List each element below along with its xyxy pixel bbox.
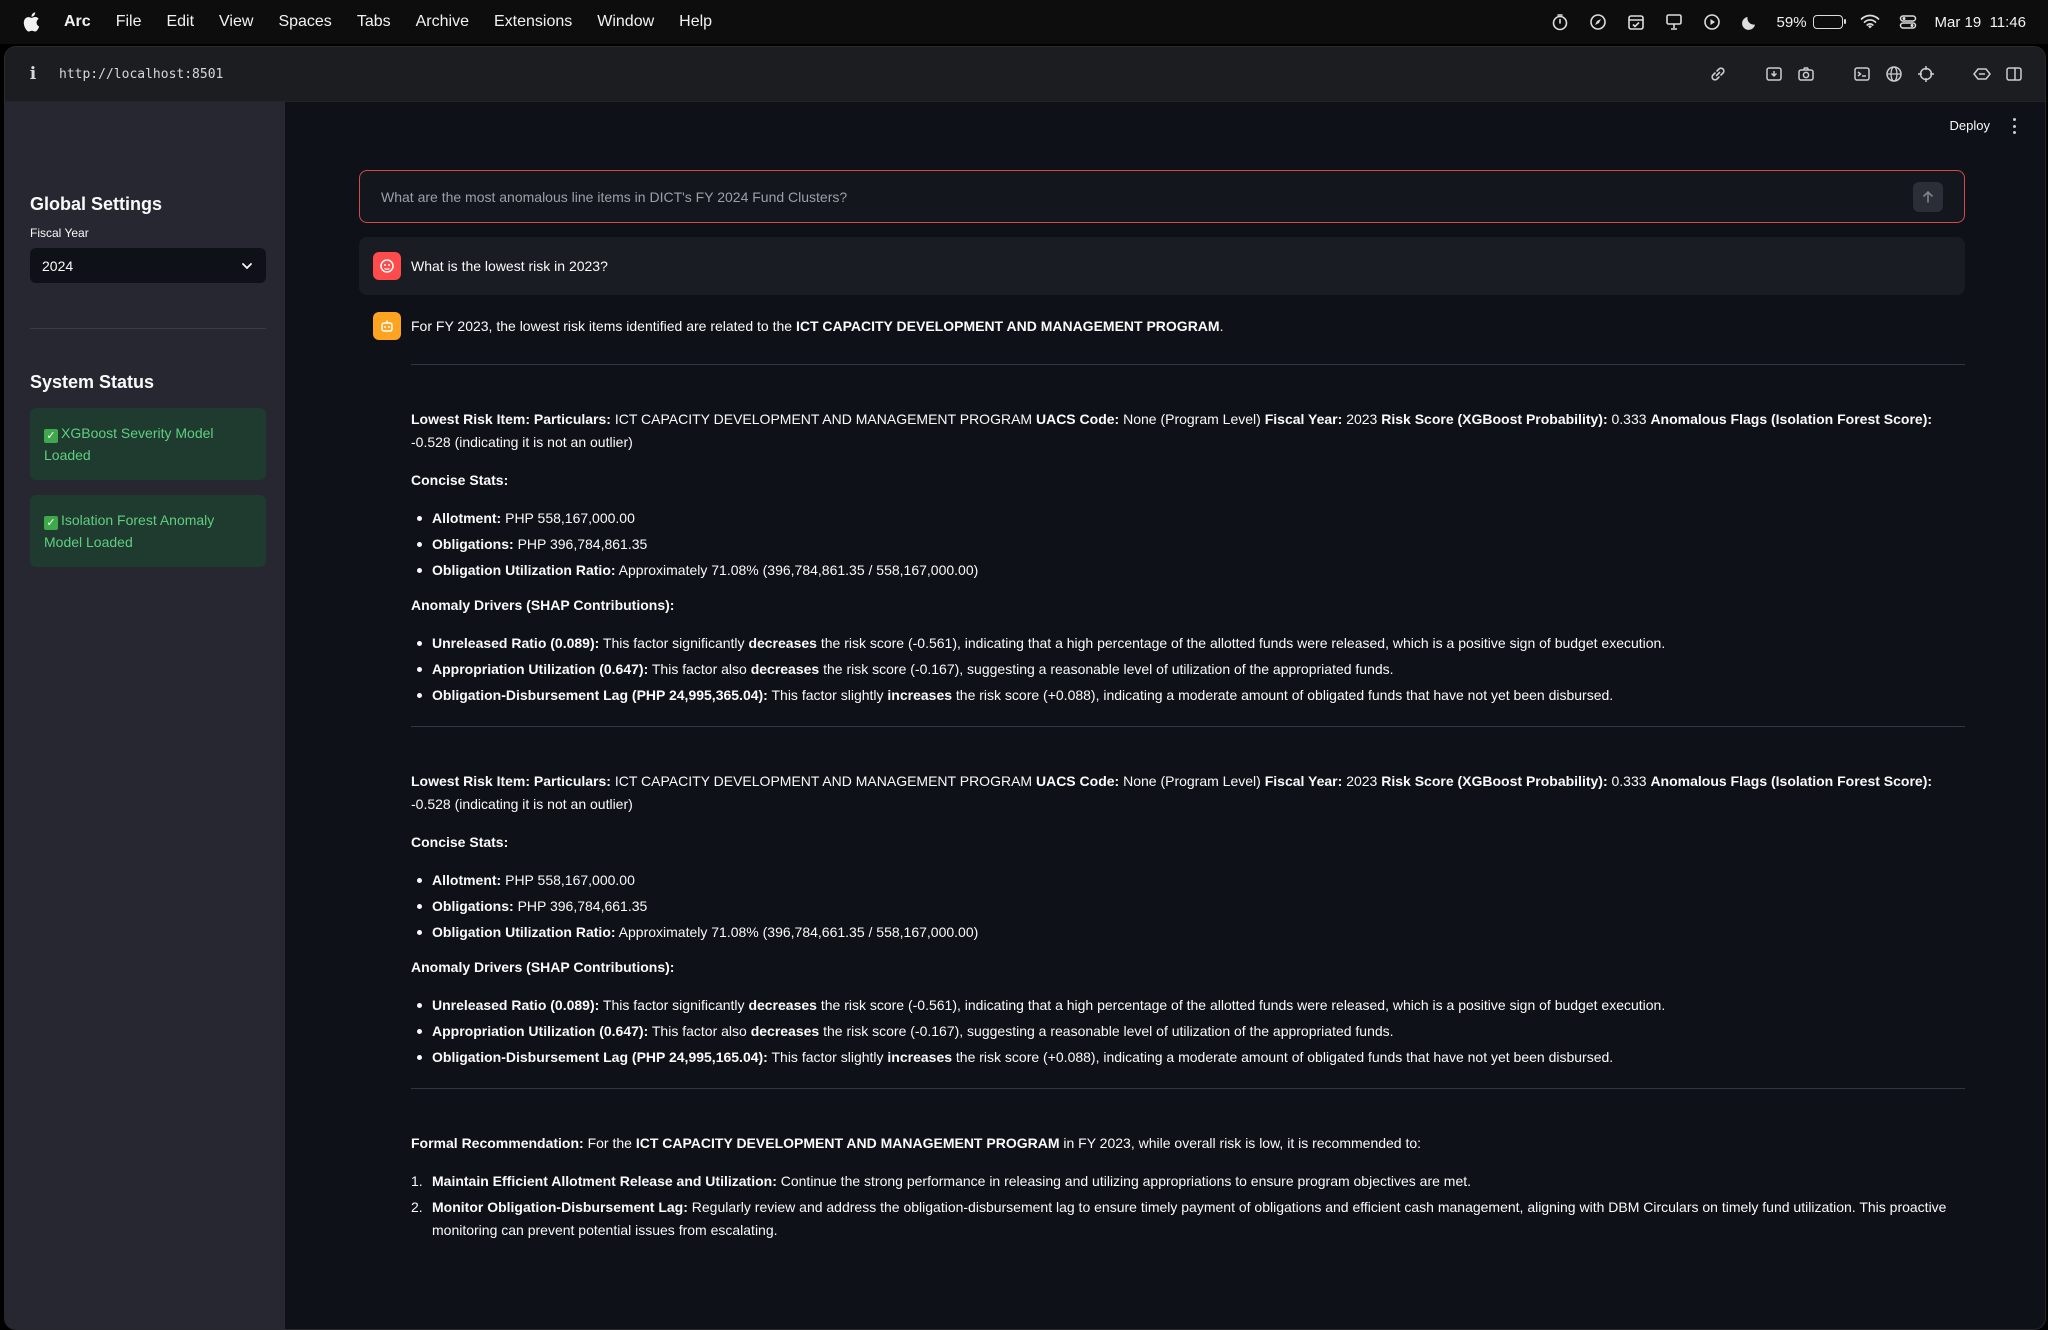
sidebar-divider (30, 328, 266, 329)
list-item: Appropriation Utilization (0.647): This … (411, 1020, 1965, 1043)
crosshair-icon[interactable] (1915, 63, 1937, 85)
check-icon: ✓ (44, 516, 58, 530)
list-item: 2. Monitor Obligation-Disbursement Lag: R… (411, 1199, 1947, 1238)
menu-help[interactable]: Help (679, 13, 712, 31)
control-center-icon[interactable] (1897, 11, 1919, 33)
concise-stats-list: Allotment: PHP 558,167,000.00 Obligation… (411, 507, 1965, 582)
capture-icon[interactable] (1763, 63, 1785, 85)
list-item: Appropriation Utilization (0.647): This … (411, 658, 1965, 681)
menubar-clock[interactable]: Mar 19 11:46 (1935, 14, 2026, 31)
divider (411, 364, 1965, 365)
menu-app-name[interactable]: Arc (64, 13, 91, 31)
concise-stats-list: Allotment: PHP 558,167,000.00 Obligation… (411, 869, 1965, 944)
browser-toolbar (1707, 63, 2025, 85)
menu-archive[interactable]: Archive (416, 13, 469, 31)
chat-input-box[interactable] (359, 170, 1965, 223)
recommendation-section: Formal Recommendation: For the ICT CAPAC… (411, 1132, 1965, 1245)
user-message: What is the lowest risk in 2023? (359, 237, 1965, 295)
app-content: Global Settings Fiscal Year 2024 System … (5, 102, 2045, 1329)
xgboost-status-alert: ✓ XGBoost Severity Model Loaded (30, 408, 266, 480)
list-item: Obligation Utilization Ratio: Approximat… (411, 921, 1965, 944)
concise-stats-heading: Concise Stats: (411, 472, 509, 488)
arrow-up-icon (1923, 190, 1933, 203)
global-settings-title: Global Settings (30, 194, 163, 214)
bot-avatar-icon (373, 312, 401, 340)
main-area: Deploy What is the lowest risk in 2023? (285, 102, 2045, 1329)
list-item: 1. Maintain Efficient Allotment Release a… (411, 1173, 1472, 1189)
list-item: Obligation Utilization Ratio: Approximat… (411, 559, 1965, 582)
deploy-button[interactable]: Deploy (1950, 118, 1990, 133)
fiscal-year-value: 2024 (42, 257, 74, 274)
anomaly-drivers-heading: Anomaly Drivers (SHAP Contributions): (411, 597, 675, 613)
risk-item-block-1: Lowest Risk Item: Particulars: ICT CAPAC… (411, 408, 1965, 710)
more-options-icon[interactable] (2011, 118, 2017, 134)
battery-icon (1812, 15, 1846, 29)
system-status-title: System Status (30, 372, 155, 392)
recommendation-list: 1. Maintain Efficient Allotment Release a… (411, 1170, 1965, 1242)
calendar-check-icon[interactable] (1625, 11, 1647, 33)
anomaly-drivers-list: Unreleased Ratio (0.089): This factor si… (411, 632, 1965, 707)
sidebar: Global Settings Fiscal Year 2024 System … (5, 102, 285, 1329)
browser-window: i http://localhost:8501 Global Settings … (4, 46, 2046, 1330)
menubar-status-area: 59% Mar 19 11:46 (1549, 11, 2026, 33)
check-icon: ✓ (44, 429, 58, 443)
battery-percent: 59% (1776, 13, 1807, 31)
divider (411, 1088, 1965, 1089)
list-item: Allotment: PHP 558,167,000.00 (411, 869, 1965, 892)
info-icon[interactable]: i (25, 64, 41, 84)
timer-icon[interactable] (1549, 11, 1571, 33)
menu-extensions[interactable]: Extensions (494, 13, 572, 31)
apple-icon[interactable] (22, 11, 42, 33)
list-item: Obligation-Disbursement Lag (PHP 24,995,… (411, 684, 1965, 707)
anomaly-drivers-list: Unreleased Ratio (0.089): This factor si… (411, 994, 1965, 1069)
menu-window[interactable]: Window (597, 13, 654, 31)
xgboost-status-text: XGBoost Severity Model Loaded (44, 425, 214, 463)
isolation-forest-status-alert: ✓ Isolation Forest Anomaly Model Loaded (30, 495, 266, 567)
concise-stats-heading: Concise Stats: (411, 834, 509, 850)
menu-file[interactable]: File (116, 13, 142, 31)
user-message-text: What is the lowest risk in 2023? (411, 258, 608, 274)
menu-spaces[interactable]: Spaces (278, 13, 331, 31)
chevron-down-icon (240, 259, 254, 273)
recommendation-intro: Formal Recommendation: For the ICT CAPAC… (411, 1135, 1422, 1151)
risk-item-summary: Lowest Risk Item: Particulars: ICT CAPAC… (411, 411, 1933, 450)
split-view-icon[interactable] (2003, 63, 2025, 85)
intro-paragraph: For FY 2023, the lowest risk items ident… (411, 318, 1224, 334)
menu-edit[interactable]: Edit (166, 13, 194, 31)
list-item: Unreleased Ratio (0.089): This factor si… (411, 632, 1965, 655)
list-item: Obligation-Disbursement Lag (PHP 24,995,… (411, 1046, 1965, 1069)
menu-view[interactable]: View (219, 13, 253, 31)
menu-tabs[interactable]: Tabs (357, 13, 391, 31)
fiscal-year-select[interactable]: 2024 (30, 248, 266, 283)
list-item: Obligations: PHP 396,784,661.35 (411, 895, 1965, 918)
list-item: Allotment: PHP 558,167,000.00 (411, 507, 1965, 530)
isolation-forest-status-text: Isolation Forest Anomaly Model Loaded (44, 512, 215, 550)
url-bar: i http://localhost:8501 (5, 47, 2045, 102)
send-button[interactable] (1913, 181, 1943, 212)
list-item: Unreleased Ratio (0.089): This factor si… (411, 994, 1965, 1017)
fiscal-year-label: Fiscal Year (30, 226, 89, 240)
presentation-icon[interactable] (1663, 11, 1685, 33)
moon-icon[interactable] (1739, 11, 1761, 33)
anomaly-drivers-heading: Anomaly Drivers (SHAP Contributions): (411, 959, 675, 975)
menu-bar: Arc File Edit View Spaces Tabs Archive E… (0, 0, 2048, 44)
play-icon[interactable] (1701, 11, 1723, 33)
link-icon[interactable] (1707, 63, 1729, 85)
wifi-icon[interactable] (1859, 11, 1881, 33)
battery-indicator[interactable]: 59% (1776, 13, 1846, 31)
risk-item-block-2: Lowest Risk Item: Particulars: ICT CAPAC… (411, 770, 1965, 1072)
globe-icon[interactable] (1883, 63, 1905, 85)
risk-item-summary: Lowest Risk Item: Particulars: ICT CAPAC… (411, 773, 1933, 812)
extensions-icon[interactable] (1971, 63, 1993, 85)
list-item: Obligations: PHP 396,784,861.35 (411, 533, 1965, 556)
url-text[interactable]: http://localhost:8501 (59, 67, 223, 82)
compass-icon[interactable] (1587, 11, 1609, 33)
camera-icon[interactable] (1795, 63, 1817, 85)
divider (411, 726, 1965, 727)
terminal-icon[interactable] (1851, 63, 1873, 85)
chat-input[interactable] (381, 188, 1913, 205)
user-avatar-icon (373, 252, 401, 280)
